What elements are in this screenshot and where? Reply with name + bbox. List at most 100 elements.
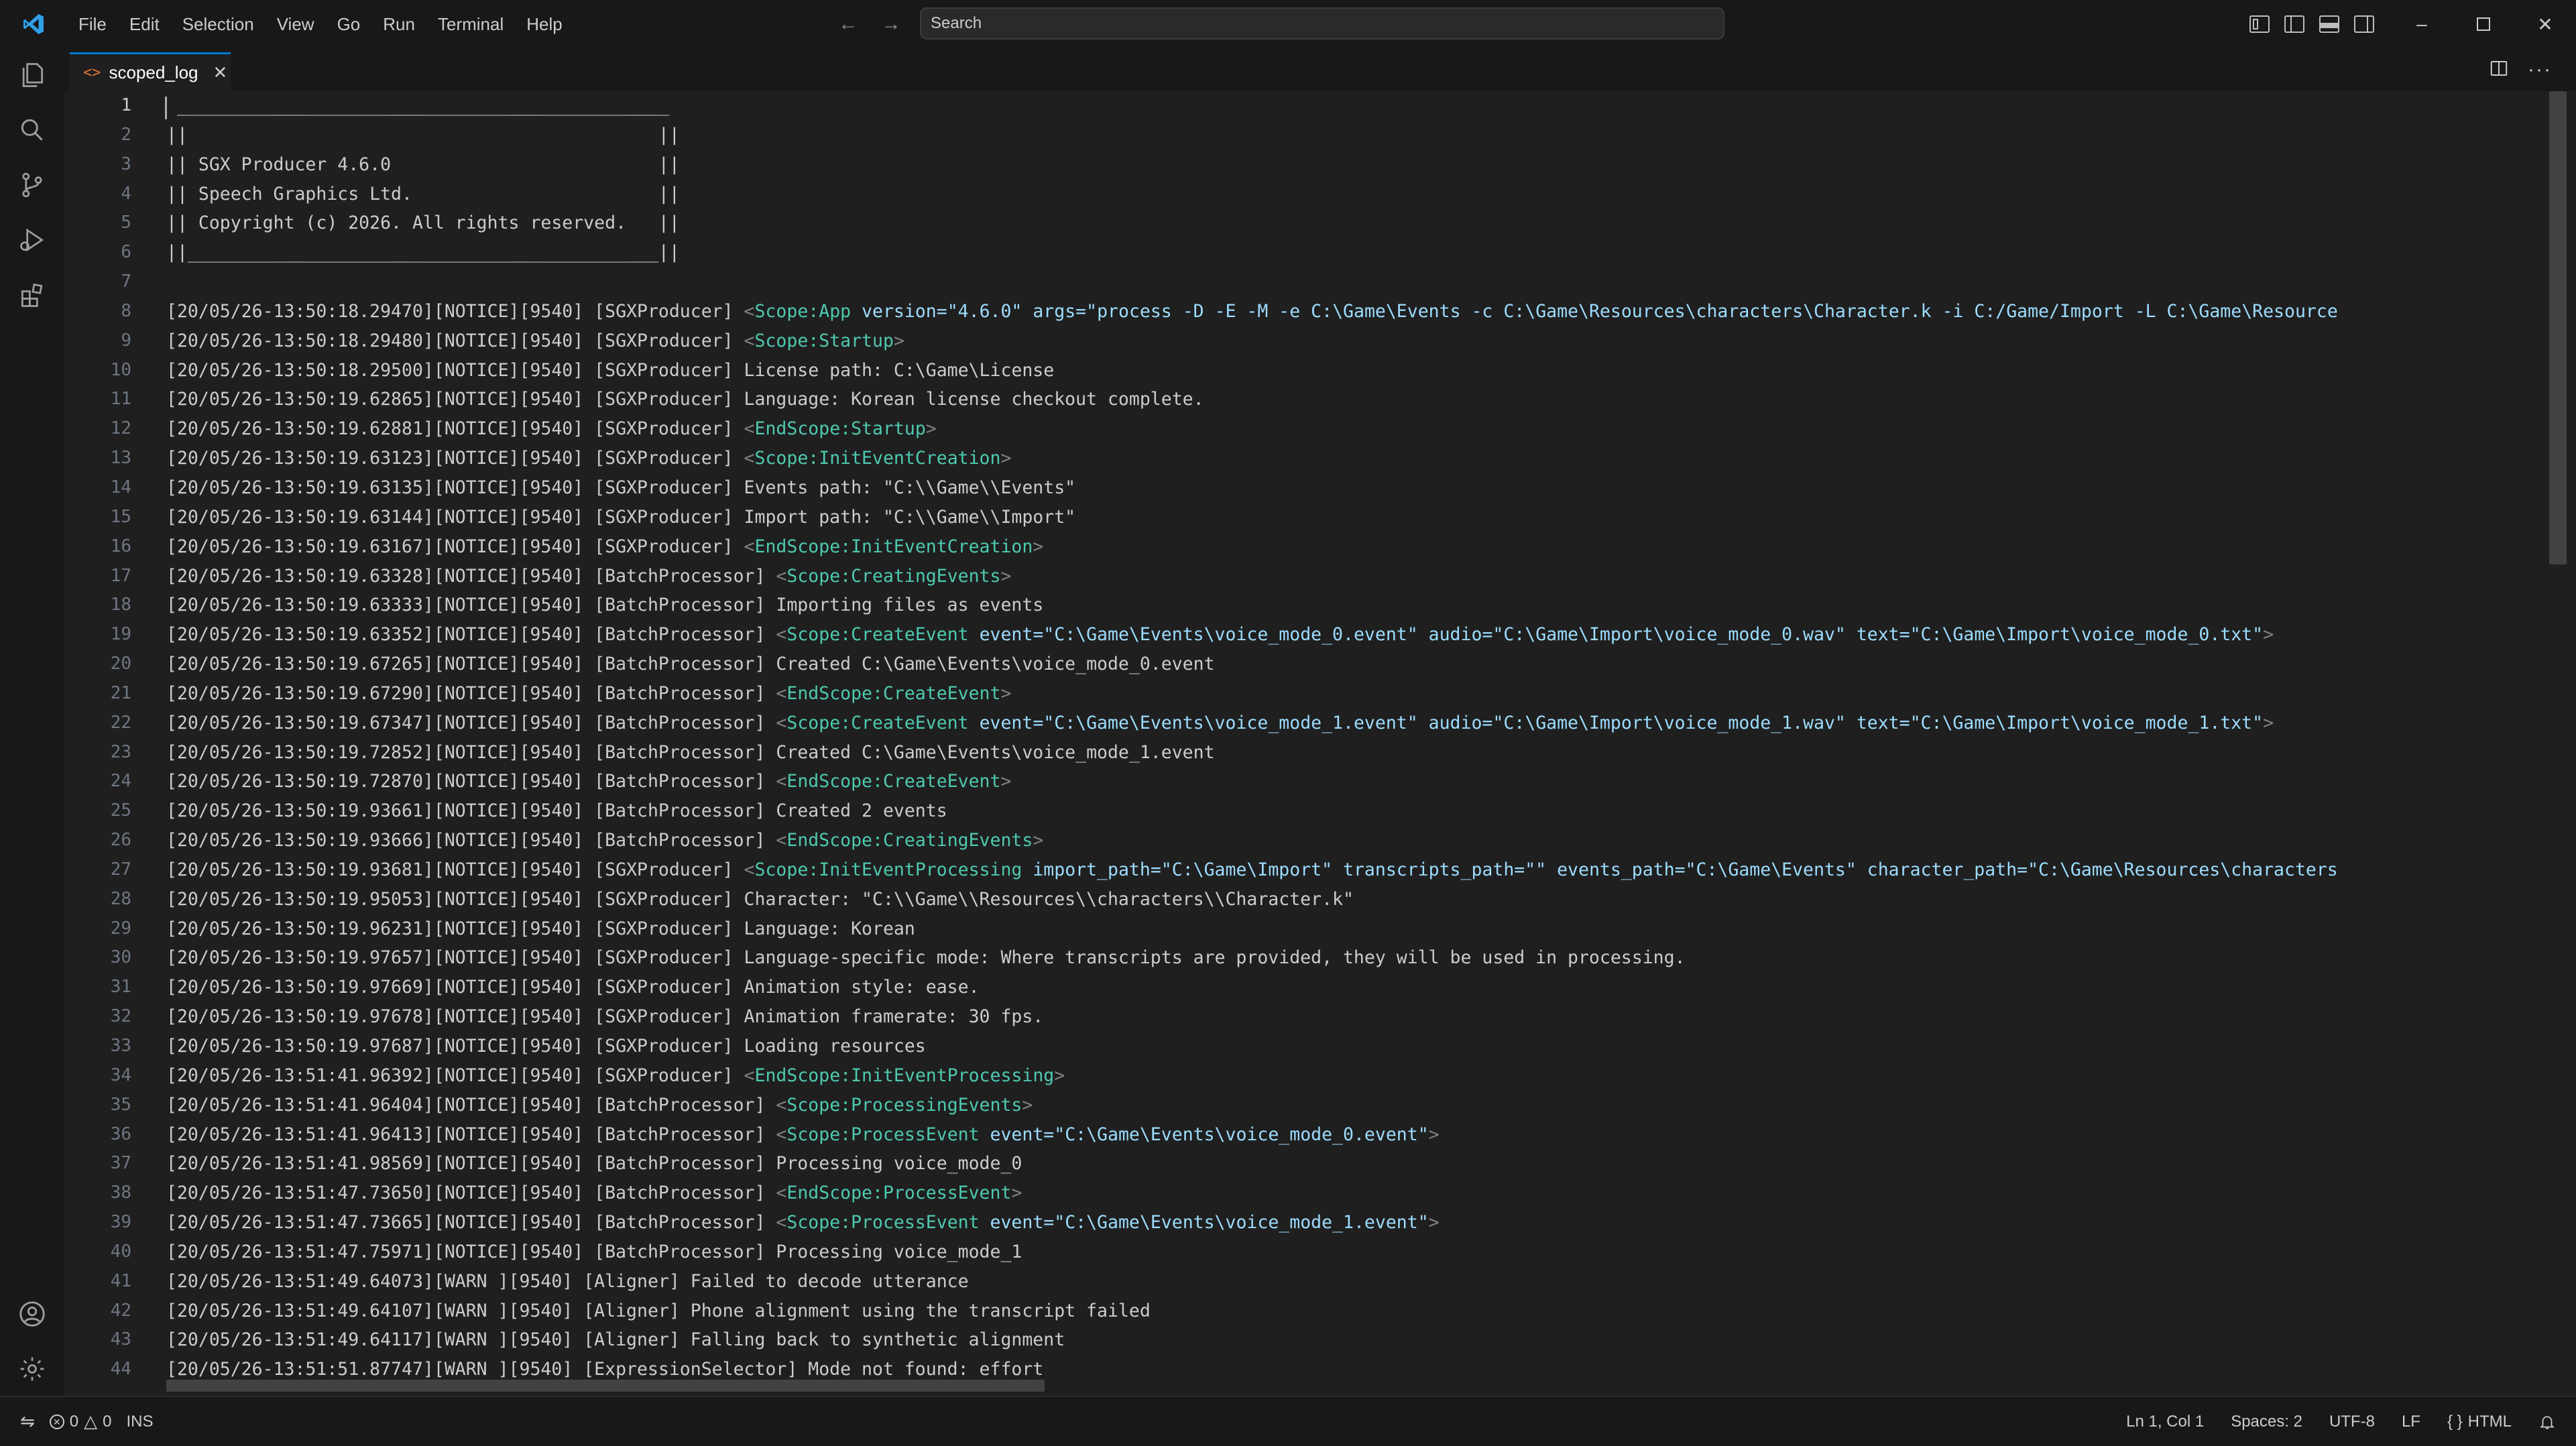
code-line[interactable]: || Copyright (c) 2026. All rights reserv…	[166, 208, 2540, 238]
code-line[interactable]: [20/05/26-13:50:19.63333][NOTICE][9540] …	[166, 591, 2540, 620]
code-line[interactable]: [20/05/26-13:51:47.73665][NOTICE][9540] …	[166, 1208, 2540, 1238]
code-line[interactable]: [20/05/26-13:50:19.93666][NOTICE][9540] …	[166, 826, 2540, 855]
notifications-bell-icon[interactable]	[2538, 1413, 2556, 1431]
problems-indicator[interactable]: ✕ 0 △ 0	[49, 1411, 112, 1432]
code-token: Scope:Startup	[754, 330, 894, 351]
close-icon[interactable]: ✕	[213, 62, 228, 83]
search-icon[interactable]	[13, 111, 51, 149]
code-line[interactable]: ________________________________________…	[166, 91, 2540, 121]
menu-view[interactable]: View	[266, 0, 326, 48]
remote-indicator-icon[interactable]: ⇋	[20, 1411, 35, 1432]
toggle-secondary-sidebar-icon[interactable]	[2354, 15, 2374, 33]
extensions-icon[interactable]	[13, 276, 51, 314]
command-center-search[interactable]: Search	[920, 7, 1724, 40]
insert-mode[interactable]: INS	[127, 1412, 154, 1431]
menu-edit[interactable]: Edit	[118, 0, 171, 48]
customize-layout-icon[interactable]	[2249, 15, 2270, 33]
indentation[interactable]: Spaces: 2	[2231, 1412, 2302, 1431]
more-actions-icon[interactable]: ···	[2528, 58, 2552, 81]
code-line[interactable]: [20/05/26-13:50:19.62865][NOTICE][9540] …	[166, 385, 2540, 414]
code-line[interactable]: [20/05/26-13:50:19.72852][NOTICE][9540] …	[166, 738, 2540, 768]
code-line[interactable]: [20/05/26-13:50:19.93661][NOTICE][9540] …	[166, 796, 2540, 826]
forward-arrow-icon[interactable]: →	[881, 13, 901, 36]
language-mode[interactable]: { } HTML	[2447, 1412, 2512, 1431]
code-token: EndScope:CreateEvent	[786, 771, 1001, 792]
code-line[interactable]: [20/05/26-13:50:19.97678][NOTICE][9540] …	[166, 1002, 2540, 1032]
code-token: <	[776, 771, 787, 792]
menu-selection[interactable]: Selection	[171, 0, 266, 48]
code-line[interactable]: [20/05/26-13:50:19.63123][NOTICE][9540] …	[166, 444, 2540, 473]
minimize-icon[interactable]: –	[2391, 0, 2453, 48]
tab-scoped-log[interactable]: <> scoped_log ✕	[70, 52, 231, 91]
html-file-icon: <>	[83, 64, 101, 81]
code-line[interactable]: [20/05/26-13:50:18.29480][NOTICE][9540] …	[166, 326, 2540, 356]
menu-terminal[interactable]: Terminal	[426, 0, 515, 48]
source-control-icon[interactable]	[13, 166, 51, 204]
code-line[interactable]: [20/05/26-13:50:19.97669][NOTICE][9540] …	[166, 973, 2540, 1002]
code-line[interactable]: [20/05/26-13:51:41.96413][NOTICE][9540] …	[166, 1120, 2540, 1150]
code-line[interactable]: [20/05/26-13:50:19.63167][NOTICE][9540] …	[166, 532, 2540, 562]
menu-help[interactable]: Help	[515, 0, 573, 48]
code-line[interactable]: [20/05/26-13:50:19.97657][NOTICE][9540] …	[166, 943, 2540, 973]
vertical-scrollbar-thumb[interactable]	[2549, 91, 2567, 564]
settings-gear-icon[interactable]	[13, 1350, 51, 1388]
vertical-scrollbar[interactable]	[2549, 91, 2567, 1396]
code-token: [20/05/26-13:51:49.64073][WARN ][9540] […	[166, 1270, 969, 1292]
code-line[interactable]: [20/05/26-13:51:41.96392][NOTICE][9540] …	[166, 1061, 2540, 1091]
code-line[interactable]: [20/05/26-13:51:49.64073][WARN ][9540] […	[166, 1267, 2540, 1297]
code-line[interactable]: [20/05/26-13:51:47.73650][NOTICE][9540] …	[166, 1179, 2540, 1208]
code-line[interactable]: [20/05/26-13:50:19.62881][NOTICE][9540] …	[166, 414, 2540, 444]
run-debug-icon[interactable]	[13, 221, 51, 259]
layout-controls	[2249, 0, 2374, 48]
editor-area[interactable]: 1 2 3 4 5 6 7 8 9 10 11 12 13 14 15 16 17 18 19 20 21 22 23 24 2…	[64, 91, 2576, 1396]
line-number: 30	[110, 947, 131, 968]
code-line[interactable]	[166, 267, 2540, 297]
code-line[interactable]: [20/05/26-13:50:19.95053][NOTICE][9540] …	[166, 885, 2540, 914]
split-editor-icon[interactable]	[2489, 58, 2509, 82]
code-line[interactable]: [20/05/26-13:50:19.93681][NOTICE][9540] …	[166, 855, 2540, 885]
toggle-primary-sidebar-icon[interactable]	[2284, 15, 2304, 33]
code-line[interactable]: [20/05/26-13:50:19.63328][NOTICE][9540] …	[166, 562, 2540, 591]
code-line[interactable]: [20/05/26-13:50:18.29470][NOTICE][9540] …	[166, 297, 2540, 326]
close-window-icon[interactable]: ✕	[2514, 0, 2576, 48]
code-line[interactable]: [20/05/26-13:50:19.63135][NOTICE][9540] …	[166, 473, 2540, 503]
line-number: 22	[110, 712, 131, 733]
horizontal-scrollbar-thumb[interactable]	[166, 1380, 1045, 1392]
code-line[interactable]: || ||	[166, 121, 2540, 150]
code-line[interactable]: [20/05/26-13:51:41.96404][NOTICE][9540] …	[166, 1091, 2540, 1120]
code-line[interactable]: [20/05/26-13:50:19.63352][NOTICE][9540] …	[166, 620, 2540, 650]
code-line[interactable]: [20/05/26-13:50:19.67347][NOTICE][9540] …	[166, 709, 2540, 738]
code-line[interactable]: [20/05/26-13:50:19.96231][NOTICE][9540] …	[166, 914, 2540, 944]
code-token: <	[744, 300, 755, 322]
code-line[interactable]: [20/05/26-13:50:19.67290][NOTICE][9540] …	[166, 679, 2540, 709]
code-token: [20/05/26-13:51:47.73650][NOTICE][9540] …	[166, 1183, 776, 1204]
encoding[interactable]: UTF-8	[2329, 1412, 2375, 1431]
end-of-line[interactable]: LF	[2402, 1412, 2420, 1431]
code-line[interactable]: [20/05/26-13:50:18.29500][NOTICE][9540] …	[166, 356, 2540, 385]
toggle-panel-icon[interactable]	[2319, 15, 2339, 33]
line-number: 42	[110, 1300, 131, 1321]
code-line[interactable]: ||______________________________________…	[166, 238, 2540, 267]
maximize-icon[interactable]	[2453, 0, 2514, 48]
menu-go[interactable]: Go	[326, 0, 372, 48]
code-line[interactable]: [20/05/26-13:51:41.98569][NOTICE][9540] …	[166, 1149, 2540, 1179]
code-line[interactable]: [20/05/26-13:50:19.63144][NOTICE][9540] …	[166, 503, 2540, 532]
code-line[interactable]: [20/05/26-13:50:19.72870][NOTICE][9540] …	[166, 767, 2540, 796]
code-line[interactable]: [20/05/26-13:51:47.75971][NOTICE][9540] …	[166, 1238, 2540, 1267]
code-content[interactable]: ________________________________________…	[166, 91, 2540, 1384]
cursor-position[interactable]: Ln 1, Col 1	[2126, 1412, 2204, 1431]
line-number: 37	[110, 1153, 131, 1174]
code-token: [20/05/26-13:50:19.63352][NOTICE][9540] …	[166, 624, 776, 646]
explorer-icon[interactable]	[13, 56, 51, 94]
line-number: 44	[110, 1359, 131, 1380]
code-line[interactable]: [20/05/26-13:50:19.97687][NOTICE][9540] …	[166, 1032, 2540, 1061]
back-arrow-icon[interactable]: ←	[838, 13, 858, 36]
code-line[interactable]: || Speech Graphics Ltd. ||	[166, 180, 2540, 209]
code-line[interactable]: [20/05/26-13:51:49.64107][WARN ][9540] […	[166, 1297, 2540, 1326]
code-line[interactable]: [20/05/26-13:50:19.67265][NOTICE][9540] …	[166, 650, 2540, 679]
code-line[interactable]: [20/05/26-13:51:49.64117][WARN ][9540] […	[166, 1325, 2540, 1355]
code-line[interactable]: || SGX Producer 4.6.0 ||	[166, 150, 2540, 180]
menu-run[interactable]: Run	[371, 0, 426, 48]
menu-file[interactable]: File	[67, 0, 118, 48]
account-icon[interactable]	[13, 1295, 51, 1333]
